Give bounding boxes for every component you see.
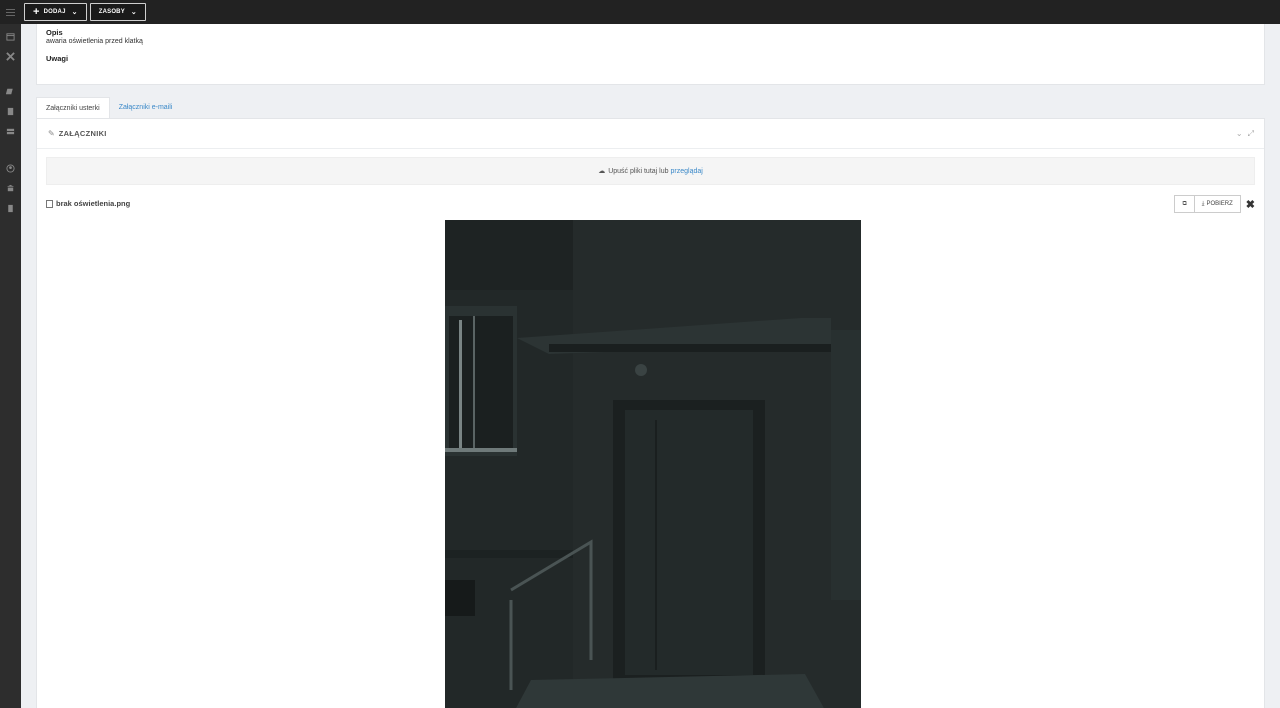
download-button-label: POBIERZ (1206, 201, 1233, 207)
paperclip-icon: ✎ (48, 129, 55, 138)
add-button[interactable]: + DODAJ ⌄ (24, 3, 87, 21)
attachment-actions: ⧉ ⤓ POBIERZ ✖ (1174, 195, 1255, 213)
delete-icon[interactable]: ✖ (1246, 198, 1255, 211)
chevron-down-icon: ⌄ (71, 9, 78, 16)
document-icon[interactable] (5, 203, 16, 214)
dark-doorway-photo (445, 220, 861, 708)
sidebar (0, 24, 21, 708)
tab-email-attachments[interactable]: Załączniki e-maili (110, 97, 182, 118)
attachment-file[interactable]: brak oświetlenia.png (46, 199, 130, 208)
file-icon[interactable] (5, 106, 16, 117)
chevron-down-icon: ⌄ (130, 9, 137, 16)
cloud-upload-icon: ☁ (598, 168, 606, 175)
details-panel: Opis awaria oświetlenia przed klatką Uwa… (36, 24, 1265, 85)
dropzone-text: Upuść pliki tutaj lub (608, 167, 669, 175)
add-button-label: DODAJ (43, 9, 66, 15)
tools-icon[interactable] (5, 51, 16, 62)
calendar-icon[interactable] (5, 31, 16, 42)
collapse-icon[interactable]: ⌄ (1236, 129, 1243, 139)
download-icon: ⤓ (1201, 200, 1205, 207)
top-bar: + DODAJ ⌄ ZASOBY ⌄ (0, 0, 1280, 24)
panel-tools: ⌄ ⤢ (1236, 129, 1254, 139)
description-label: Opis (46, 28, 63, 37)
attachments-title: ZAŁĄCZNIKI (58, 129, 107, 138)
external-link-icon: ⧉ (1182, 200, 1187, 207)
building-icon[interactable] (5, 183, 16, 194)
main-content: Opis awaria oświetlenia przed klatką Uwa… (21, 24, 1280, 708)
expand-icon[interactable]: ⤢ (1248, 129, 1254, 139)
notes-label: Uwagi (46, 54, 69, 63)
resources-button-label: ZASOBY (98, 9, 125, 15)
tab-issue-attachments[interactable]: Załączniki usterki (36, 97, 110, 118)
download-button[interactable]: ⤓ POBIERZ (1194, 195, 1241, 213)
file-dropzone[interactable]: ☁ Upuść pliki tutaj lub przeglądaj (46, 157, 1255, 185)
menu-toggle-icon[interactable] (0, 0, 21, 24)
attachments-header: ✎ ZAŁĄCZNIKI ⌄ ⤢ (37, 119, 1264, 149)
attachment-file-name: brak oświetlenia.png (56, 199, 131, 208)
open-external-button[interactable]: ⧉ (1174, 195, 1195, 213)
browse-link[interactable]: przeglądaj (671, 168, 703, 175)
attachment-row: brak oświetlenia.png ⧉ ⤓ POBIERZ ✖ (46, 195, 1255, 215)
attachment-tabs: Załączniki usterki Załączniki e-maili (36, 97, 181, 118)
attachments-panel: ✎ ZAŁĄCZNIKI ⌄ ⤢ ☁ Upuść pliki tutaj lub… (36, 118, 1265, 708)
user-icon[interactable] (5, 163, 16, 174)
resources-button[interactable]: ZASOBY ⌄ (89, 3, 146, 21)
file-icon (46, 199, 53, 208)
attachment-preview-image (445, 220, 861, 708)
table-icon[interactable] (5, 126, 16, 137)
book-icon[interactable] (5, 86, 16, 97)
description-value: awaria oświetlenia przed klatką (46, 38, 143, 45)
plus-icon: + (33, 5, 40, 18)
